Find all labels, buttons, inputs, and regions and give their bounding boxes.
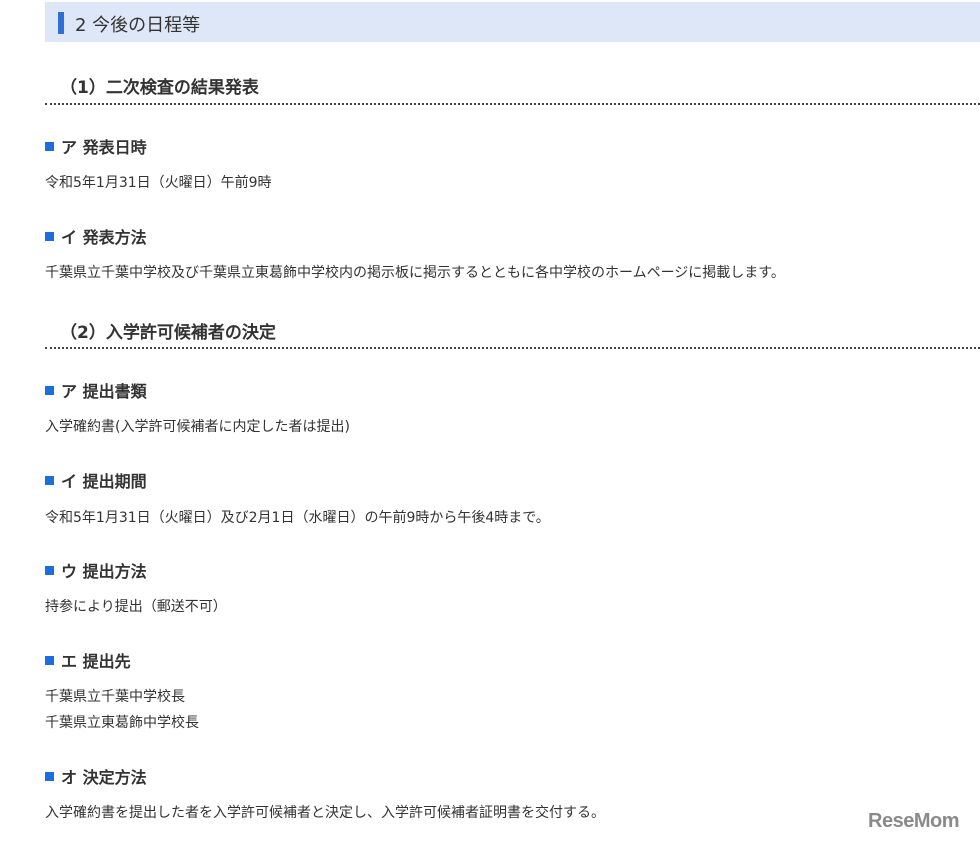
- item-heading-text: エ 提出先: [61, 652, 131, 671]
- item-text: 入学確約書(入学許可候補者に内定した者は提出): [45, 419, 350, 435]
- subsection-title: （1）二次検査の結果発表: [60, 78, 259, 98]
- item-text: 入学確約書を提出した者を入学許可候補者と決定し、入学許可候補者証明書を交付する。: [45, 805, 605, 821]
- square-bullet-icon: [45, 771, 54, 781]
- item-heading-text: イ 発表方法: [61, 228, 147, 247]
- item-heading: イ 提出期間: [45, 468, 147, 492]
- item-heading: オ 決定方法: [45, 764, 147, 788]
- section-header: 2 今後の日程等: [45, 2, 980, 42]
- item-heading-text: オ 決定方法: [61, 768, 147, 787]
- item-text: 千葉県立千葉中学校長: [45, 689, 185, 705]
- item-text: 千葉県立東葛飾中学校長: [45, 715, 199, 731]
- item-heading-text: ア 発表日時: [61, 138, 147, 157]
- item-text: 令和5年1月31日（火曜日）午前9時: [45, 175, 272, 191]
- item-text: 千葉県立千葉中学校及び千葉県立東葛飾中学校内の掲示板に掲示するとともに各中学校の…: [45, 265, 785, 281]
- square-bullet-icon: [45, 475, 54, 485]
- square-bullet-icon: [45, 565, 54, 575]
- item-text: 令和5年1月31日（火曜日）及び2月1日（水曜日）の午前9時から午後4時まで。: [45, 510, 550, 526]
- item-heading: ア 提出書類: [45, 378, 147, 402]
- item-heading: エ 提出先: [45, 648, 131, 672]
- square-bullet-icon: [45, 385, 54, 395]
- item-heading-text: ア 提出書類: [61, 382, 147, 401]
- header-accent-bar: [58, 12, 64, 34]
- section-title: 2 今後の日程等: [75, 15, 201, 36]
- square-bullet-icon: [45, 231, 54, 241]
- item-heading: ア 発表日時: [45, 134, 147, 158]
- item-text: 持参により提出（郵送不可）: [45, 599, 227, 615]
- divider: [45, 103, 980, 105]
- subsection-title: （2）入学許可候補者の決定: [60, 323, 276, 343]
- item-heading: ウ 提出方法: [45, 558, 147, 582]
- item-heading: イ 発表方法: [45, 224, 147, 248]
- square-bullet-icon: [45, 141, 54, 151]
- item-heading-text: ウ 提出方法: [61, 562, 147, 581]
- resemom-logo: ReseMom: [868, 810, 959, 832]
- square-bullet-icon: [45, 655, 54, 665]
- divider: [45, 347, 980, 349]
- item-heading-text: イ 提出期間: [61, 472, 147, 491]
